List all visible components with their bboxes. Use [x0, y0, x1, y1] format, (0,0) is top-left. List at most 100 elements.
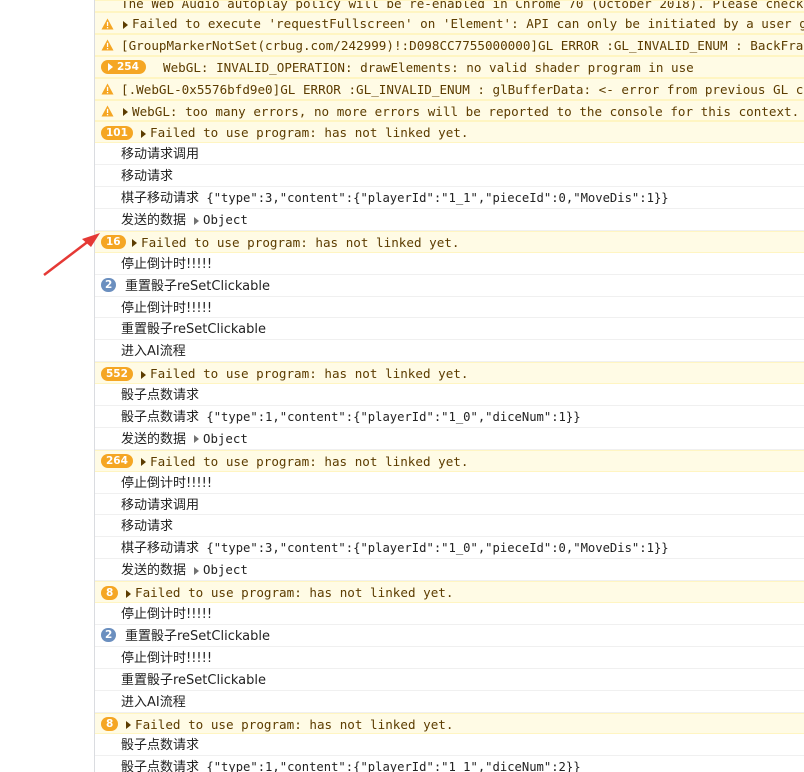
console-warning-row[interactable]: 264 Failed to use program: has not linked… — [95, 449, 804, 472]
log-message: 重置骰子reSetClickable — [125, 628, 270, 644]
row-lead: 254 — [101, 57, 146, 77]
log-message: Failed to use program: has not linked ye… — [135, 585, 454, 601]
console-warning-row[interactable]: WebGL: too many errors, no more errors w… — [95, 99, 804, 122]
console-log-row[interactable]: 移动请求 — [95, 165, 804, 188]
expand-triangle-icon[interactable] — [132, 239, 137, 248]
console-log-row[interactable]: 进入AI流程 — [95, 691, 804, 713]
row-lead: 16 — [101, 232, 126, 252]
object-expander[interactable]: Object — [192, 212, 248, 227]
expand-triangle-icon[interactable] — [141, 458, 146, 467]
console-log-row[interactable]: 停止倒计时!!!!! — [95, 253, 804, 275]
expand-triangle-icon[interactable] — [141, 129, 146, 138]
row-lead — [101, 79, 114, 99]
log-message: 发送的数据 — [121, 563, 187, 579]
expand-triangle-icon — [194, 566, 200, 575]
log-message: Failed to use program: has not linked ye… — [141, 234, 460, 250]
console-gutter — [0, 0, 95, 772]
log-message: 移动请求调用 — [121, 147, 200, 163]
object-expander[interactable]: Object — [192, 431, 248, 446]
expand-triangle-icon — [194, 435, 200, 444]
object-label: Object — [203, 212, 248, 228]
warning-icon — [101, 83, 114, 95]
console-warning-row[interactable]: 552 Failed to use program: has not linked… — [95, 362, 804, 385]
row-lead: 8 — [101, 714, 119, 734]
log-message: Failed to execute 'requestFullscreen' on… — [132, 16, 804, 31]
console-log-row[interactable]: 骰子点数请求 — [95, 384, 804, 407]
log-message: The Web Audio autoplay policy will be re… — [121, 0, 804, 11]
row-lead: 2 — [101, 275, 117, 296]
row-lead: 264 — [101, 451, 133, 471]
console-log-row[interactable]: 2 重置骰子reSetClickable — [95, 275, 804, 297]
log-message: 停止倒计时!!!!! — [121, 300, 213, 316]
console-log-row[interactable]: 移动请求调用 — [95, 143, 804, 166]
console-log-row[interactable]: 发送的数据 Object — [95, 428, 804, 450]
console-warning-row[interactable]: Failed to execute 'requestFullscreen' on… — [95, 12, 804, 34]
console-warning-row[interactable]: The Web Audio autoplay policy will be re… — [95, 0, 804, 12]
console-warning-row[interactable]: 8 Failed to use program: has not linked y… — [95, 712, 804, 735]
repeat-count-badge: 254 — [101, 60, 146, 75]
log-message: 骰子点数请求 — [121, 388, 200, 404]
console-log-row[interactable]: 棋子移动请求 {"type":3,"content":{"playerId":"… — [95, 537, 804, 560]
console-warning-row[interactable]: [GroupMarkerNotSet(crbug.com/242999)!:D0… — [95, 33, 804, 56]
expand-triangle-icon — [194, 216, 200, 225]
log-message: 骰子点数请求 — [121, 738, 200, 754]
console-warning-row[interactable]: 254 WebGL: INVALID_OPERATION: drawElement… — [95, 55, 804, 78]
expand-triangle-icon[interactable] — [123, 20, 128, 29]
log-message: 移动请求 — [121, 169, 174, 185]
console-log-row[interactable]: 停止倒计时!!!!! — [95, 603, 804, 625]
row-lead — [101, 13, 114, 33]
console-warning-row[interactable]: 16 Failed to use program: has not linked … — [95, 230, 804, 253]
row-lead: 101 — [101, 122, 133, 142]
log-message: 停止倒计时!!!!! — [121, 607, 213, 623]
console-log-row[interactable]: 发送的数据 Object — [95, 209, 804, 231]
console-log-row[interactable]: 停止倒计时!!!!! — [95, 297, 804, 319]
repeat-count-badge: 552 — [101, 366, 133, 381]
log-message: 发送的数据 — [121, 213, 187, 229]
log-message: Failed to use program: has not linked ye… — [150, 125, 469, 141]
expand-triangle-icon[interactable] — [141, 370, 146, 379]
console-log-row[interactable]: 2 重置骰子reSetClickable — [95, 625, 804, 647]
red-arrow-annotation — [43, 233, 100, 276]
log-message: Failed to use program: has not linked ye… — [135, 716, 454, 732]
log-message: [.WebGL-0x5576bfd9e0]GL ERROR :GL_INVALI… — [121, 81, 804, 97]
console-log-row[interactable]: 停止倒计时!!!!! — [95, 472, 804, 494]
log-message: 移动请求调用 — [121, 497, 200, 513]
log-message: 停止倒计时!!!!! — [121, 475, 213, 491]
console-log-row[interactable]: 发送的数据 Object — [95, 559, 804, 582]
console-log-row[interactable]: 移动请求 — [95, 515, 804, 538]
warning-icon — [101, 18, 114, 29]
log-message: 重置骰子reSetClickable — [121, 322, 266, 338]
console-log-row[interactable]: 棋子移动请求 {"type":3,"content":{"playerId":"… — [95, 187, 804, 210]
console-log-row[interactable]: 移动请求调用 — [95, 494, 804, 516]
console-warning-row[interactable]: 8 Failed to use program: has not linked y… — [95, 581, 804, 604]
log-message: 骰子点数请求 {"type":1,"content":{"playerId":"… — [121, 410, 581, 426]
console-log-row[interactable]: 骰子点数请求 {"type":1,"content":{"playerId":"… — [95, 406, 804, 428]
repeat-count-badge: 2 — [101, 278, 117, 293]
log-message: 骰子点数请求 {"type":1,"content":{"playerId":"… — [121, 760, 581, 772]
log-message: [GroupMarkerNotSet(crbug.com/242999)!:D0… — [121, 37, 804, 53]
console-log-row[interactable]: 停止倒计时!!!!! — [95, 647, 804, 669]
console-log-row[interactable]: 进入AI流程 — [95, 340, 804, 363]
log-message: WebGL: INVALID_OPERATION: drawElements: … — [163, 59, 694, 75]
console-log-row[interactable]: 重置骰子reSetClickable — [95, 318, 804, 341]
repeat-count-badge: 8 — [101, 585, 119, 600]
row-lead — [101, 101, 114, 121]
log-message: 停止倒计时!!!!! — [121, 650, 213, 666]
console-log-area: The Web Audio autoplay policy will be re… — [95, 0, 804, 772]
console-log-row[interactable]: 重置骰子reSetClickable — [95, 669, 804, 691]
console-warning-row[interactable]: [.WebGL-0x5576bfd9e0]GL ERROR :GL_INVALI… — [95, 77, 804, 100]
console-warning-row[interactable]: 101 Failed to use program: has not linked… — [95, 121, 804, 144]
expand-triangle-icon[interactable] — [123, 108, 128, 117]
object-expander[interactable]: Object — [192, 562, 248, 577]
row-lead: 552 — [101, 363, 133, 383]
log-message: Failed to use program: has not linked ye… — [150, 366, 469, 382]
repeat-count-badge: 101 — [101, 125, 133, 140]
console-log-row[interactable]: 骰子点数请求 — [95, 734, 804, 757]
log-message: 移动请求 — [121, 519, 174, 535]
expand-triangle-icon[interactable] — [126, 721, 131, 729]
expand-triangle-icon[interactable] — [126, 589, 131, 598]
row-lead — [101, 35, 114, 55]
log-message: 重置骰子reSetClickable — [125, 278, 270, 294]
repeat-count-badge: 8 — [101, 717, 119, 731]
console-log-row[interactable]: 骰子点数请求 {"type":1,"content":{"playerId":"… — [95, 756, 804, 772]
